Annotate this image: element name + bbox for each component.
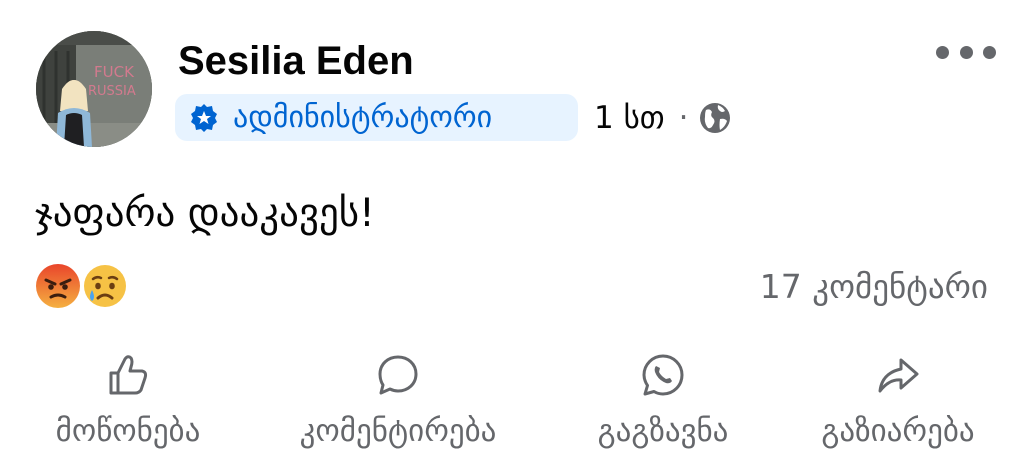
- sad-reaction-icon: [82, 263, 128, 309]
- more-dot-icon: [936, 45, 949, 59]
- share-icon: [873, 350, 923, 400]
- comment-label: კომენტირება: [299, 413, 497, 449]
- admin-badge-label: ადმინისტრატორი: [233, 100, 493, 135]
- comment-count-link[interactable]: 17 კომენტარი: [760, 266, 988, 308]
- like-button[interactable]: მოწონება: [3, 350, 253, 449]
- comment-button[interactable]: კომენტირება: [273, 350, 523, 449]
- more-options-button[interactable]: [936, 36, 996, 68]
- avatar-photo: FUCK RUSSIA: [36, 31, 152, 147]
- svg-text:RUSSIA: RUSSIA: [88, 84, 136, 99]
- angry-reaction-icon: [36, 264, 80, 308]
- share-label: გაზიარება: [821, 413, 975, 449]
- reactions-summary[interactable]: [35, 263, 135, 309]
- admin-shield-star-icon: [187, 101, 221, 135]
- share-button[interactable]: გაზიარება: [773, 350, 1023, 449]
- post-time[interactable]: 1 სთ: [594, 100, 665, 136]
- like-icon: [103, 350, 153, 400]
- svg-text:FUCK: FUCK: [94, 63, 135, 81]
- send-whatsapp-button[interactable]: გაგზავნა: [538, 350, 788, 449]
- comment-icon: [373, 350, 423, 400]
- globe-icon: [700, 103, 731, 133]
- author-name[interactable]: Sesilia Eden: [178, 37, 414, 85]
- more-dot-icon: [959, 45, 973, 59]
- send-label: გაგზავნა: [597, 413, 729, 449]
- like-label: მოწონება: [55, 413, 201, 449]
- post-meta: 1 სთ ·: [594, 97, 732, 139]
- more-dot-icon: [983, 45, 996, 59]
- whatsapp-icon: [638, 350, 688, 400]
- avatar[interactable]: FUCK RUSSIA: [36, 31, 152, 147]
- post-text: ჯაფარა დააკავეს!: [35, 191, 375, 236]
- admin-badge[interactable]: ადმინისტრატორი: [175, 94, 578, 141]
- meta-separator: ·: [678, 100, 689, 136]
